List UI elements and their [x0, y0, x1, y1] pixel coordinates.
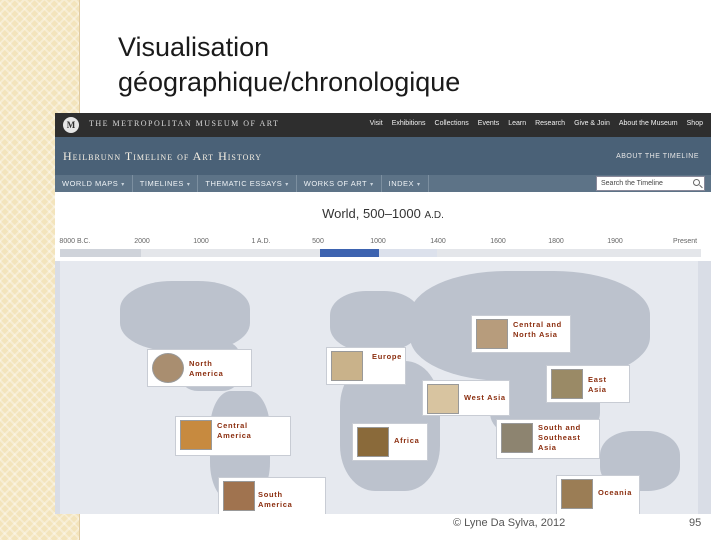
region-label: Central and North Asia	[513, 320, 562, 339]
camel-figurine-thumbnail[interactable]	[476, 319, 508, 349]
met-logo-icon[interactable]: M	[63, 117, 79, 133]
mask-thumbnail[interactable]	[561, 479, 593, 509]
region-label: Oceania	[598, 488, 633, 497]
sculpted-head-thumbnail[interactable]	[331, 351, 363, 381]
region-card-south-southeast-asia[interactable]: South and Southeast Asia	[496, 419, 600, 459]
slide-title-line-2: géographique/chronologique	[118, 67, 461, 97]
tick-label: 1400	[430, 238, 446, 245]
timeline-site-title[interactable]: Heilbrunn Timeline of Art History	[63, 149, 262, 164]
tick-label: 500	[312, 238, 324, 245]
seated-figure-thumbnail[interactable]	[551, 369, 583, 399]
tick-label: 1 A.D.	[251, 238, 271, 245]
region-card-west-asia[interactable]: West Asia	[422, 380, 510, 416]
carved-figure-thumbnail[interactable]	[223, 481, 255, 511]
period-title-text: World, 500–1000	[322, 206, 421, 221]
timeline-selected-period[interactable]	[320, 249, 379, 257]
nav-exhibitions[interactable]: Exhibitions	[392, 120, 426, 127]
tick-label: 1000	[370, 238, 386, 245]
nav-collections[interactable]: Collections	[435, 120, 469, 127]
region-card-south-america[interactable]: South America	[218, 477, 326, 514]
search-icon[interactable]	[693, 179, 700, 186]
nav-events[interactable]: Events	[478, 120, 499, 127]
met-top-bar: M THE METROPOLITAN MUSEUM OF ART Visit E…	[55, 113, 711, 137]
period-title: World, 500–1000 A.D.	[55, 206, 711, 221]
region-label: North America	[189, 359, 224, 378]
menu-works-of-art[interactable]: WORKS OF ART ▾	[297, 175, 382, 192]
region-card-oceania[interactable]: Oceania	[556, 475, 640, 514]
chevron-down-icon: ▾	[417, 182, 421, 188]
about-timeline-link[interactable]: ABOUT THE TIMELINE	[616, 153, 699, 160]
nav-about-museum[interactable]: About the Museum	[619, 120, 678, 127]
map-landmass	[330, 291, 420, 351]
search-input[interactable]: Search the Timeline	[596, 176, 705, 191]
slide-page-number: 95	[689, 517, 702, 529]
manuscript-page-thumbnail[interactable]	[427, 384, 459, 414]
menu-thematic-essays[interactable]: THEMATIC ESSAYS ▾	[198, 175, 297, 192]
deity-statue-thumbnail[interactable]	[501, 423, 533, 453]
chevron-down-icon: ▾	[285, 182, 289, 188]
period-era: A.D.	[424, 210, 444, 221]
world-map: Central and North Asia North America Europ…	[60, 261, 698, 514]
region-label: South America	[258, 490, 293, 509]
tick-label: 1600	[490, 238, 506, 245]
timeline-panel: World, 500–1000 A.D. 8000 B.C. 2000 1000…	[55, 192, 711, 261]
timeline-menu-bar: WORLD MAPS ▾ TIMELINES ▾ THEMATIC ESSAYS ▾ …	[55, 175, 711, 192]
region-card-north-america[interactable]: North America	[147, 349, 252, 387]
timeline-segment[interactable]	[379, 249, 437, 257]
timeline-screenshot: M THE METROPOLITAN MUSEUM OF ART Visit E…	[55, 113, 711, 514]
region-card-africa[interactable]: Africa	[352, 423, 428, 461]
timeline-segment[interactable]	[60, 249, 141, 257]
site-nav: Visit Exhibitions Collections Events Lea…	[370, 120, 703, 127]
timeline-title-bar: Heilbrunn Timeline of Art History ABOUT …	[55, 137, 711, 175]
region-card-east-asia[interactable]: East Asia	[546, 365, 630, 403]
chevron-down-icon: ▾	[121, 182, 125, 188]
slide-title-line-1: Visualisation	[118, 32, 270, 62]
region-card-central-america[interactable]: Central America	[175, 416, 291, 456]
region-label: Europe	[372, 352, 403, 361]
region-label: Central America	[217, 421, 252, 440]
menu-index[interactable]: INDEX ▾	[382, 175, 429, 192]
tick-label: 1000	[193, 238, 209, 245]
slide-footer: © Lyne Da Sylva, 2012	[453, 517, 566, 529]
tick-label: 1800	[548, 238, 564, 245]
region-label: Africa	[394, 436, 420, 445]
tick-label: 1900	[607, 238, 623, 245]
chevron-down-icon: ▾	[186, 182, 191, 188]
slide-title: Visualisation géographique/chronologique	[118, 30, 460, 100]
timeline-ticks: 8000 B.C. 2000 1000 1 A.D. 500 1000 1400…	[55, 238, 711, 248]
tick-label: Present	[672, 238, 698, 245]
nav-visit[interactable]: Visit	[370, 120, 383, 127]
region-label: West Asia	[464, 393, 506, 402]
map-landmass	[120, 281, 250, 351]
region-label: East Asia	[588, 375, 607, 394]
chevron-down-icon: ▾	[370, 182, 374, 188]
nav-shop[interactable]: Shop	[687, 120, 703, 127]
region-card-europe[interactable]: Europe	[326, 347, 406, 385]
museum-name[interactable]: THE METROPOLITAN MUSEUM OF ART	[89, 119, 280, 128]
region-label: South and Southeast Asia	[538, 423, 581, 452]
menu-timelines[interactable]: TIMELINES ▾	[133, 175, 199, 192]
painted-vessel-thumbnail[interactable]	[180, 420, 212, 450]
search-placeholder: Search the Timeline	[601, 180, 663, 187]
nav-research[interactable]: Research	[535, 120, 565, 127]
tick-label: 8000 B.C.	[59, 238, 91, 245]
menu-world-maps[interactable]: WORLD MAPS ▾	[55, 175, 133, 192]
nav-learn[interactable]: Learn	[508, 120, 526, 127]
nav-give-join[interactable]: Give & Join	[574, 120, 610, 127]
ornate-panel-thumbnail[interactable]	[357, 427, 389, 457]
region-card-central-north-asia[interactable]: Central and North Asia	[471, 315, 571, 353]
decorated-bowl-thumbnail[interactable]	[152, 353, 184, 383]
tick-label: 2000	[134, 238, 150, 245]
